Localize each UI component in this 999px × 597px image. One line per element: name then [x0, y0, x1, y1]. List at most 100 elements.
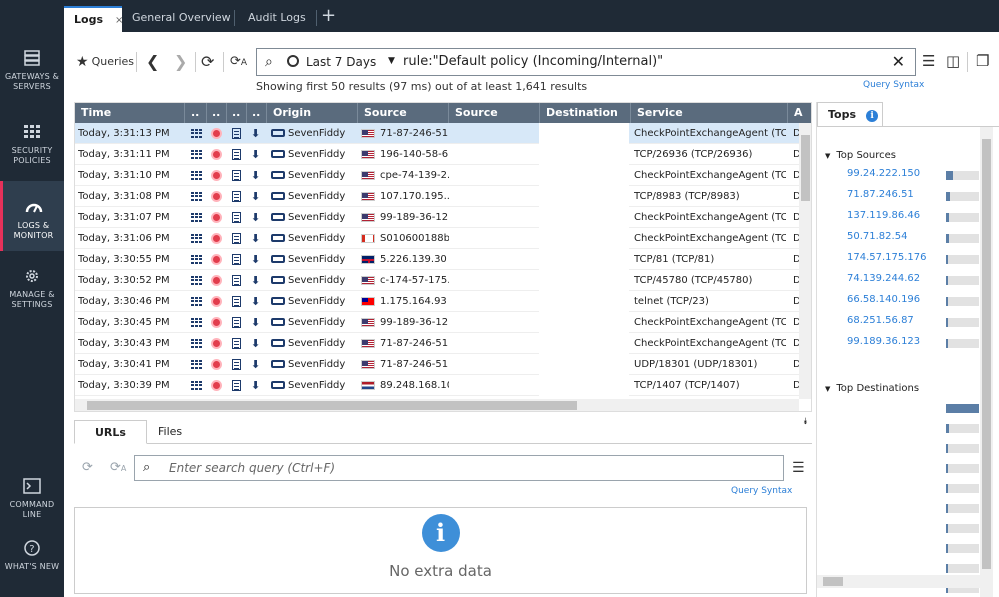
col-blade[interactable]: ..: [185, 103, 207, 123]
table-row[interactable]: Today, 3:31:08 PM ⬇ SevenFiddy 107.170.195.…: [75, 186, 801, 207]
download-icon[interactable]: ⬇: [251, 228, 265, 249]
add-tab-icon[interactable]: +: [321, 5, 336, 26]
log-document-icon[interactable]: [232, 207, 246, 228]
top-destination-bar[interactable]: [946, 544, 979, 553]
log-document-icon[interactable]: [232, 354, 246, 375]
grid-vertical-scrollbar[interactable]: [799, 123, 811, 399]
blade-grid-icon[interactable]: [191, 207, 205, 228]
top-source-ip[interactable]: 174.57.175.176: [847, 252, 927, 263]
clear-icon[interactable]: ✕: [892, 52, 905, 71]
blade-grid-icon[interactable]: [191, 228, 205, 249]
log-document-icon[interactable]: [232, 333, 246, 354]
download-icon[interactable]: ⬇: [251, 207, 265, 228]
top-destination-bar[interactable]: [946, 444, 979, 453]
log-document-icon[interactable]: [232, 228, 246, 249]
query-text[interactable]: rule:"Default policy (Incoming/Internal)…: [403, 54, 663, 69]
col-download[interactable]: ..: [247, 103, 267, 123]
top-source-ip[interactable]: 50.71.82.54: [847, 231, 907, 242]
auto-refresh-icon[interactable]: ⟳A: [230, 54, 247, 69]
blade-grid-icon[interactable]: [191, 186, 205, 207]
col-action-a[interactable]: A: [788, 103, 811, 123]
details-search-input[interactable]: ⌕ Enter search query (Ctrl+F): [134, 455, 784, 481]
table-row[interactable]: Today, 3:30:46 PM ⬇ SevenFiddy 1.175.164.93…: [75, 291, 801, 312]
blade-grid-icon[interactable]: [191, 312, 205, 333]
download-icon[interactable]: ⬇: [251, 333, 265, 354]
table-row[interactable]: Today, 3:31:06 PM ⬇ SevenFiddy S010600188b.…: [75, 228, 801, 249]
tab-audit-logs[interactable]: Audit Logs: [238, 6, 316, 32]
download-icon[interactable]: ⬇: [251, 291, 265, 312]
nav-whats-new[interactable]: ? WHAT'S NEW: [0, 540, 64, 572]
top-source-ip[interactable]: 99.24.222.150: [847, 168, 920, 179]
query-syntax-link[interactable]: Query Syntax: [863, 80, 924, 90]
table-row[interactable]: Today, 3:31:10 PM ⬇ SevenFiddy cpe-74-139-2…: [75, 165, 801, 186]
top-source-ip[interactable]: 99.189.36.123: [847, 336, 920, 347]
blade-grid-icon[interactable]: [191, 333, 205, 354]
top-destination-bar[interactable]: [946, 524, 979, 533]
tab-urls[interactable]: URLs: [74, 420, 147, 444]
table-row[interactable]: Today, 3:30:41 PM ⬇ SevenFiddy 71-87-246-51…: [75, 354, 801, 375]
log-document-icon[interactable]: [232, 144, 246, 165]
tab-tops[interactable]: Tops i: [817, 102, 883, 126]
query-syntax-link[interactable]: Query Syntax: [731, 486, 792, 496]
download-icon[interactable]: ⬇: [251, 165, 265, 186]
top-destinations-header[interactable]: ▼ Top Destinations: [825, 383, 919, 394]
download-icon[interactable]: ⬇: [251, 270, 265, 291]
nav-manage-settings[interactable]: MANAGE & SETTINGS: [0, 268, 64, 310]
top-destination-bar[interactable]: [946, 424, 979, 433]
scroll-thumb[interactable]: [87, 401, 577, 410]
top-sources-header[interactable]: ▼ Top Sources: [825, 150, 896, 161]
nav-logs-monitor[interactable]: LOGS & MONITOR: [0, 181, 64, 251]
top-source-ip[interactable]: 68.251.56.87: [847, 315, 914, 326]
col-type[interactable]: ..: [227, 103, 247, 123]
col-service[interactable]: Service: [631, 103, 788, 123]
menu-icon[interactable]: ☰: [922, 52, 935, 70]
blade-grid-icon[interactable]: [191, 270, 205, 291]
queries-button[interactable]: ★ Queries: [76, 54, 134, 70]
download-icon[interactable]: ⬇: [251, 312, 265, 333]
log-document-icon[interactable]: [232, 249, 246, 270]
query-search-box[interactable]: ⌕ Last 7 Days ▼ rule:"Default policy (In…: [256, 48, 916, 76]
top-destination-bar[interactable]: [946, 504, 979, 513]
col-source-user[interactable]: Source User...: [449, 103, 540, 139]
info-icon[interactable]: i: [866, 110, 879, 122]
log-document-icon[interactable]: [232, 270, 246, 291]
table-row[interactable]: Today, 3:30:52 PM ⬇ SevenFiddy c-174-57-175…: [75, 270, 801, 291]
time-period-selector[interactable]: Last 7 Days: [306, 55, 376, 69]
top-source-ip[interactable]: 74.139.244.62: [847, 273, 920, 284]
tops-horizontal-scrollbar[interactable]: [817, 575, 980, 588]
col-origin[interactable]: Origin: [267, 103, 358, 123]
table-row[interactable]: Today, 3:31:07 PM ⬇ SevenFiddy 99-189-36-12…: [75, 207, 801, 228]
tops-vertical-scrollbar[interactable]: [980, 127, 993, 597]
col-source[interactable]: Source: [358, 103, 449, 123]
tab-general-overview[interactable]: General Overview: [122, 6, 241, 32]
col-action[interactable]: ..: [207, 103, 227, 123]
blade-grid-icon[interactable]: [191, 144, 205, 165]
top-source-ip[interactable]: 71.87.246.51: [847, 189, 914, 200]
download-icon[interactable]: ⬇: [251, 186, 265, 207]
forward-chevron-icon[interactable]: ❯: [174, 52, 187, 71]
scroll-thumb[interactable]: [982, 139, 991, 569]
log-document-icon[interactable]: [232, 123, 246, 144]
top-destination-bar[interactable]: [946, 404, 979, 413]
tab-logs[interactable]: Logs ×: [64, 6, 123, 32]
top-destination-bar[interactable]: [946, 564, 979, 573]
top-source-ip[interactable]: 137.119.86.46: [847, 210, 920, 221]
blade-grid-icon[interactable]: [191, 165, 205, 186]
log-document-icon[interactable]: [232, 312, 246, 333]
top-destination-bar[interactable]: [946, 484, 979, 493]
chevron-down-icon[interactable]: ▼: [388, 56, 395, 66]
nav-gateways-servers[interactable]: GATEWAYS & SERVERS: [0, 50, 64, 92]
tab-files[interactable]: Files: [138, 420, 202, 444]
log-document-icon[interactable]: [232, 291, 246, 312]
blade-grid-icon[interactable]: [191, 249, 205, 270]
export-icon[interactable]: ❐: [976, 52, 989, 70]
table-row[interactable]: Today, 3:30:43 PM ⬇ SevenFiddy 71-87-246-51…: [75, 333, 801, 354]
blade-grid-icon[interactable]: [191, 123, 205, 144]
log-document-icon[interactable]: [232, 165, 246, 186]
col-time[interactable]: Time: [75, 103, 185, 123]
collapse-arrow-icon[interactable]: ⯯: [803, 417, 808, 427]
nav-command-line[interactable]: COMMAND LINE: [0, 478, 64, 520]
menu-icon[interactable]: ☰: [792, 460, 805, 476]
top-destination-bar[interactable]: [946, 464, 979, 473]
refresh-icon[interactable]: ⟳: [201, 52, 214, 71]
